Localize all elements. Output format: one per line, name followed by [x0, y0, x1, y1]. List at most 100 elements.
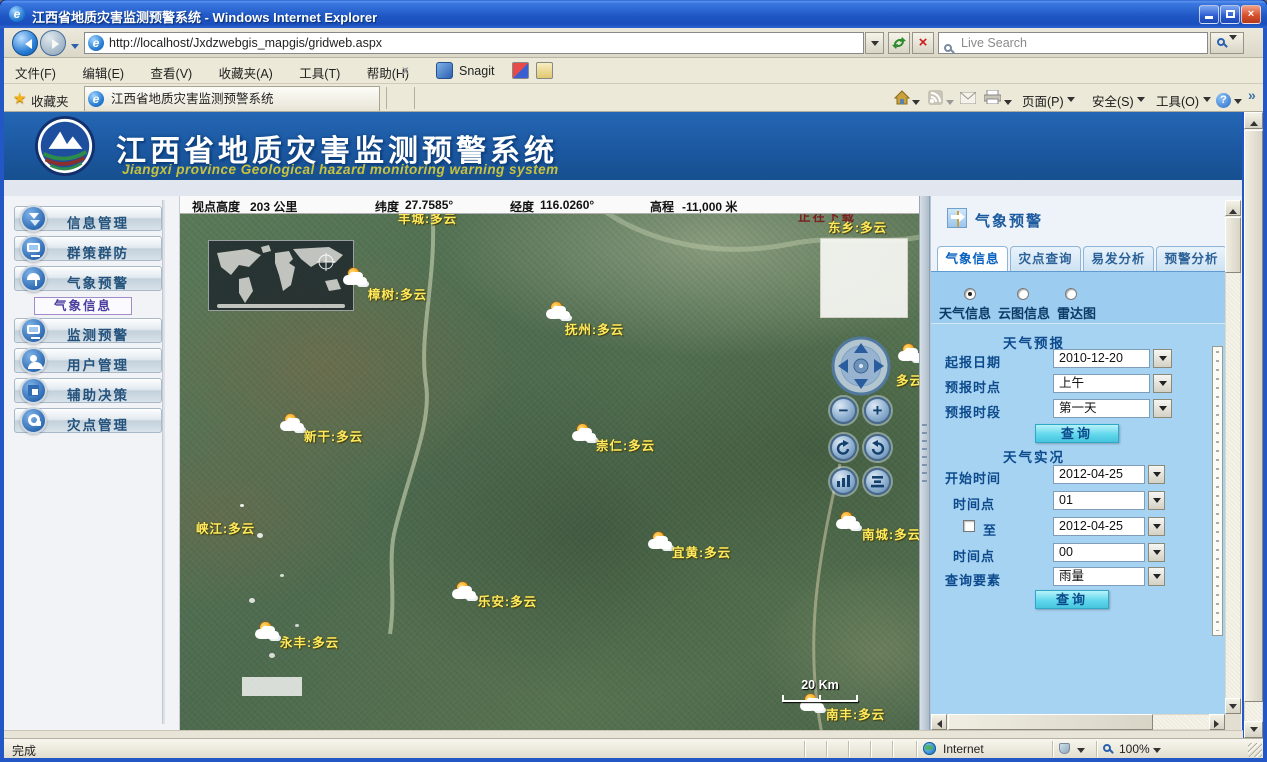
overflow-chevron-icon[interactable]: »	[1248, 87, 1256, 103]
scroll-left-icon[interactable]	[931, 714, 947, 730]
toolbar-close-icon[interactable]: x	[402, 63, 409, 77]
marker-label-chongren[interactable]: 崇仁:多云	[596, 435, 655, 454]
forecast-period-select[interactable]: 第一天	[1053, 399, 1150, 418]
overview-map[interactable]	[208, 240, 354, 311]
marker-label-right-edge[interactable]: 多云	[896, 370, 919, 389]
sidebar-item-weather-warning[interactable]: 气象预警	[14, 266, 162, 291]
page-tab[interactable]: e 江西省地质灾害监测预警系统	[84, 86, 380, 111]
minimize-button[interactable]	[1199, 5, 1219, 24]
zoom-out-button[interactable]: −	[830, 397, 857, 424]
help-icon[interactable]: ?	[1216, 90, 1231, 108]
rotate-right-button[interactable]	[864, 434, 891, 461]
tab-weather-info[interactable]: 气象信息	[937, 246, 1008, 271]
pan-compass-control[interactable]	[831, 336, 891, 396]
radio-label-radar[interactable]: 雷达图	[1057, 303, 1096, 322]
actual-query-button[interactable]: 查询	[1035, 590, 1109, 609]
panel-vscroll-thumb[interactable]	[1225, 217, 1241, 273]
sidebar-item-decision-support[interactable]: 辅助决策	[14, 378, 162, 403]
address-dropdown-button[interactable]	[865, 32, 884, 54]
forward-button[interactable]	[40, 30, 66, 56]
tab-susceptibility-analysis[interactable]: 易发分析	[1083, 246, 1154, 271]
marker-label-dongxiang[interactable]: 东乡:多云	[828, 217, 887, 236]
page-command[interactable]: 页面(P)	[1022, 91, 1075, 110]
history-dropdown-icon[interactable]	[71, 40, 79, 58]
weather-icon-zhangshu[interactable]	[343, 270, 371, 290]
forecast-time-dropdown-icon[interactable]	[1153, 374, 1172, 393]
forecast-period-dropdown-icon[interactable]	[1153, 399, 1172, 418]
end-time-select[interactable]: 2012-04-25	[1053, 517, 1145, 536]
sidebar-item-monitor-warning[interactable]: 监测预警	[14, 318, 162, 343]
panel-splitter[interactable]	[919, 196, 930, 730]
to-checkbox[interactable]	[963, 520, 975, 532]
tab-warning-analysis[interactable]: 预警分析	[1156, 246, 1227, 271]
menu-file[interactable]: 文件(F)	[4, 58, 67, 84]
feeds-icon[interactable]	[928, 90, 943, 110]
hour-point-select-2[interactable]: 00	[1053, 543, 1145, 562]
start-time-dropdown-icon[interactable]	[1148, 465, 1165, 484]
address-input[interactable]: e http://localhost/Jxdzwebgis_mapgis/gri…	[84, 32, 864, 54]
protected-mode-cell[interactable]	[1052, 741, 1092, 757]
forecast-date-dropdown-icon[interactable]	[1153, 349, 1172, 368]
title-bar[interactable]: e 江西省地质灾害监测预警系统 - Windows Internet Explo…	[0, 0, 1267, 28]
snagit-icon[interactable]	[436, 62, 453, 79]
start-time-select[interactable]: 2012-04-25	[1053, 465, 1145, 484]
sidebar-splitter[interactable]	[162, 200, 165, 724]
marker-label-fengcheng[interactable]: 丰城:多云	[398, 214, 457, 227]
weather-icon-nancheng[interactable]	[836, 514, 864, 534]
maximize-button[interactable]	[1220, 5, 1240, 24]
marker-label-xingan[interactable]: 新干:多云	[304, 426, 363, 445]
weather-icon-right-edge[interactable]	[898, 346, 919, 366]
forecast-date-select[interactable]: 2010-12-20	[1053, 349, 1150, 368]
panel-vertical-scrollbar[interactable]	[1225, 200, 1241, 714]
security-zone-cell[interactable]: Internet	[916, 741, 1046, 757]
help-dropdown-icon[interactable]	[1234, 95, 1242, 113]
menu-help[interactable]: 帮助(H)	[356, 58, 420, 84]
hour-point-dropdown-icon-2[interactable]	[1148, 543, 1165, 562]
hour-point-dropdown-icon-1[interactable]	[1148, 491, 1165, 510]
search-input[interactable]: Live Search	[938, 32, 1208, 54]
radio-weather-info[interactable]	[964, 288, 976, 300]
panel-horizontal-scrollbar[interactable]	[931, 714, 1225, 730]
query-element-select[interactable]: 雨量	[1053, 567, 1145, 586]
resize-grip-icon[interactable]	[1248, 743, 1262, 757]
weather-icon-lean[interactable]	[452, 584, 480, 604]
forecast-query-button[interactable]: 查询	[1035, 424, 1119, 443]
marker-label-yihuang[interactable]: 宜黄:多云	[672, 542, 731, 561]
query-element-dropdown-icon[interactable]	[1148, 567, 1165, 586]
map-canvas[interactable]: 正在下载 丰城:多云 东乡:多云 樟树:多云 抚州:多云 新干:多云 崇仁:多云…	[180, 214, 919, 730]
refresh-button[interactable]	[888, 32, 910, 54]
page-scroll-up-icon[interactable]	[1244, 112, 1263, 129]
menu-view[interactable]: 查看(V)	[140, 58, 204, 84]
zoom-in-button[interactable]: +	[864, 397, 891, 424]
end-time-dropdown-icon[interactable]	[1148, 517, 1165, 536]
sidebar-item-hazard-point-management[interactable]: 灾点管理	[14, 408, 162, 433]
read-mail-icon[interactable]	[960, 91, 976, 109]
marker-label-yongfeng[interactable]: 永丰:多云	[280, 632, 339, 651]
marker-label-xiajiang[interactable]: 峡江:多云	[196, 518, 255, 537]
marker-label-lean[interactable]: 乐安:多云	[478, 591, 537, 610]
radio-label-cloud[interactable]: 云图信息	[998, 303, 1050, 322]
tilt-up-button[interactable]	[830, 468, 857, 495]
rotate-left-button[interactable]	[830, 434, 857, 461]
menu-tools[interactable]: 工具(T)	[288, 58, 351, 84]
tilt-down-button[interactable]	[864, 468, 891, 495]
print-icon[interactable]	[984, 90, 1001, 109]
stop-button[interactable]: ×	[912, 32, 934, 54]
search-go-button[interactable]	[1210, 32, 1244, 54]
zoom-level-cell[interactable]: 100%	[1096, 741, 1166, 757]
tools-command[interactable]: 工具(O)	[1156, 91, 1211, 110]
sidebar-item-user-management[interactable]: 用户管理	[14, 348, 162, 373]
page-scroll-down-icon[interactable]	[1244, 721, 1263, 738]
safety-command[interactable]: 安全(S)	[1092, 91, 1145, 110]
tab-hazard-query[interactable]: 灾点查询	[1010, 246, 1081, 271]
radio-cloud-image[interactable]	[1017, 288, 1029, 300]
hour-point-select-1[interactable]: 01	[1053, 491, 1145, 510]
home-icon[interactable]	[894, 90, 910, 110]
radio-label-weather[interactable]: 天气信息	[939, 303, 991, 322]
page-vertical-scrollbar[interactable]	[1244, 112, 1263, 738]
marker-label-nancheng[interactable]: 南城:多云	[862, 524, 919, 543]
sidebar-subitem-weather-info[interactable]: 气象信息	[34, 297, 132, 315]
snagit-capture-icon[interactable]	[512, 62, 529, 79]
forecast-time-select[interactable]: 上午	[1053, 374, 1150, 393]
panel-hscroll-thumb[interactable]	[948, 714, 1153, 730]
